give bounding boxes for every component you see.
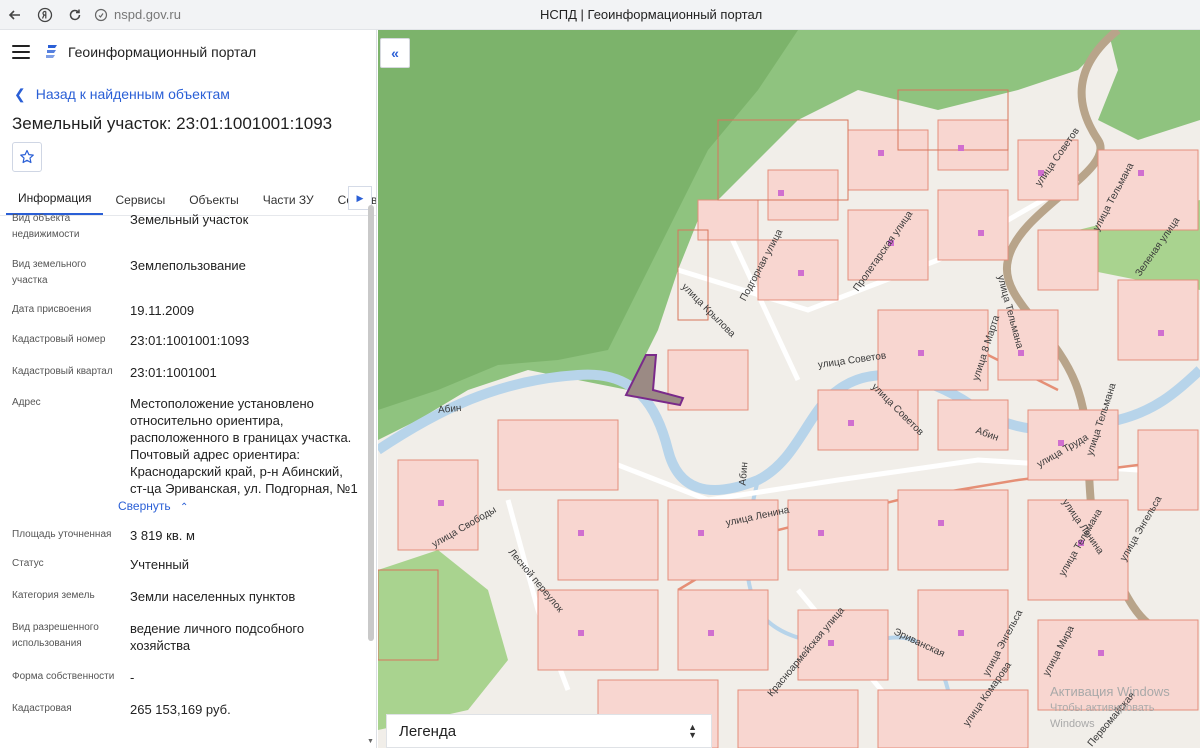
chevron-up-icon: ⌃ xyxy=(179,502,189,513)
meadow-area xyxy=(378,550,508,730)
chevron-left-icon: ❮ xyxy=(14,85,26,102)
panel-header: Геоинформационный портал xyxy=(0,30,376,74)
caret-right-icon: ▶ xyxy=(356,192,364,203)
river-label: Абин xyxy=(737,461,751,486)
field-value: Землепользование xyxy=(130,258,246,273)
river-label: Абин xyxy=(437,402,462,416)
field-value: 23:01:1001001:1093 xyxy=(130,333,250,348)
back-link-label[interactable]: Назад к найденным объектам xyxy=(36,86,230,102)
portal-logo-icon xyxy=(46,45,57,58)
windows-activation-watermark: Активация Windows Чтобы активировать Win… xyxy=(1050,684,1200,732)
field-value: 265 153,169 руб. xyxy=(130,702,231,717)
field-label: Адрес xyxy=(12,397,41,408)
field-value: Учтенный xyxy=(130,557,190,572)
url-text[interactable]: nspd.gov.ru xyxy=(114,7,181,22)
collapse-panel-button[interactable]: « xyxy=(380,38,410,68)
back-arrow-icon[interactable] xyxy=(0,0,30,30)
watermark-line: Активация Windows xyxy=(1050,684,1170,699)
scroll-down-icon[interactable]: ▼ xyxy=(367,738,374,745)
field-label: Форма собственности xyxy=(12,671,115,682)
site-info-icon[interactable] xyxy=(94,8,108,22)
field-label: Кадастровый номер xyxy=(12,334,106,345)
field-value: Земли населенных пунктов xyxy=(130,589,296,604)
field-value: Земельный участок xyxy=(130,212,249,227)
reload-icon[interactable] xyxy=(60,0,90,30)
watermark-line: Чтобы активировать Windows xyxy=(1050,702,1155,730)
page-title-bar: НСПД | Геоинформационный портал xyxy=(540,7,763,22)
panel-scrollbar[interactable] xyxy=(368,205,374,641)
legend-label[interactable]: Легенда xyxy=(399,723,456,740)
expand-collapse-icon: ▲ ▼ xyxy=(688,722,697,740)
browser-toolbar: nspd.gov.ru НСПД | Геоинформационный пор… xyxy=(0,0,1200,30)
field-value: 3 819 кв. м xyxy=(130,528,195,543)
field-value: ведение личного подсобного хозяйства xyxy=(130,621,305,653)
favorite-button[interactable] xyxy=(12,142,42,172)
double-chevron-left-icon: « xyxy=(391,45,399,61)
field-value: 19.11.2009 xyxy=(130,303,195,318)
field-label: Статус xyxy=(12,558,44,569)
field-label: Площадь уточненная xyxy=(12,529,112,540)
map-view[interactable]: улица Советов Подгорная улица Пролетарск… xyxy=(378,30,1200,748)
address-bar[interactable]: nspd.gov.ru xyxy=(94,3,181,27)
field-value: - xyxy=(130,670,135,685)
collapse-label[interactable]: Свернуть xyxy=(118,499,171,513)
legend-dropdown[interactable]: Легенда ▲ ▼ xyxy=(386,714,712,748)
app-title: Геоинформационный портал xyxy=(68,44,257,60)
field-label: Категория земель xyxy=(12,590,95,601)
field-label: Кадастровая xyxy=(12,703,72,714)
field-label: Вид земельного участка xyxy=(12,259,87,286)
forest-area xyxy=(1098,30,1200,140)
back-to-results-link[interactable]: ❮ Назад к найденным объектам xyxy=(0,76,376,112)
object-title: Земельный участок: 23:01:1001001:1093 xyxy=(12,114,333,133)
field-label: Кадастровый квартал xyxy=(12,366,113,377)
field-label: Дата присвоения xyxy=(12,304,92,315)
field-label: Вид объекта недвижимости xyxy=(12,213,80,240)
star-icon xyxy=(20,149,34,164)
field-label: Вид разрешенного использования xyxy=(12,622,99,649)
collapse-address-link[interactable]: Свернуть ⌃ xyxy=(118,499,188,513)
yandex-logo-icon[interactable] xyxy=(30,0,60,30)
info-fields: Вид объекта недвижимости Земельный участ… xyxy=(0,205,366,718)
menu-icon[interactable] xyxy=(12,45,30,59)
field-value: Местоположение установлено относительно … xyxy=(130,396,358,496)
field-value: 23:01:1001001 xyxy=(130,365,217,380)
